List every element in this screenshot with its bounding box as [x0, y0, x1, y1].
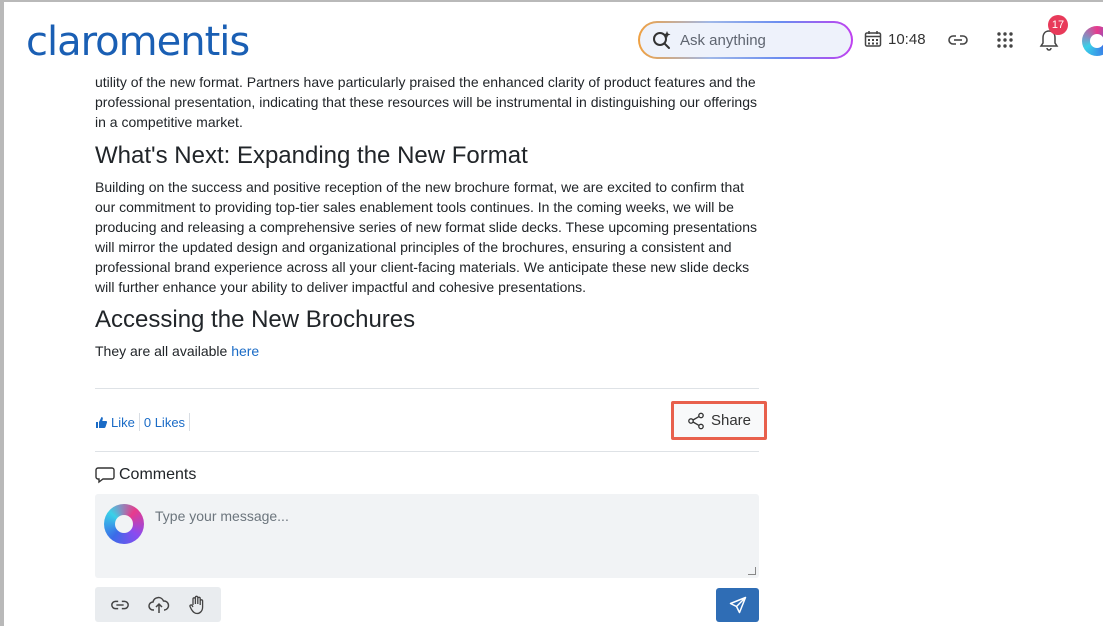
brochures-link[interactable]: here: [231, 343, 259, 359]
send-button[interactable]: [716, 588, 759, 622]
comment-icon: [95, 467, 115, 484]
raise-hand-icon[interactable]: [188, 595, 206, 615]
search-input[interactable]: [680, 31, 840, 49]
available-text: They are all available: [95, 343, 228, 359]
likes-separator: [189, 413, 191, 431]
share-button[interactable]: Share: [671, 401, 767, 440]
comment-input[interactable]: [155, 508, 745, 568]
divider-top: [95, 388, 759, 389]
upload-cloud-icon[interactable]: [148, 595, 170, 615]
comment-composer: [95, 494, 759, 578]
clock-time: 10:48: [888, 30, 926, 48]
brand-logo[interactable]: claromentis: [26, 20, 250, 64]
like-separator: [138, 413, 140, 431]
resize-grip[interactable]: [748, 567, 756, 575]
ai-search-icon: [653, 31, 671, 49]
thumbs-up-icon[interactable]: [95, 416, 108, 429]
notification-badge: 17: [1048, 15, 1068, 35]
like-bar: Like 0 Likes: [95, 413, 194, 431]
intro-paragraph: utility of the new format. Partners have…: [95, 74, 758, 130]
share-icon: [688, 412, 704, 429]
calendar-icon: [864, 31, 882, 47]
divider-bottom: [95, 451, 759, 452]
like-button[interactable]: Like: [111, 415, 135, 430]
section-heading-accessing: Accessing the New Brochures: [95, 306, 416, 333]
section-heading-whats-next: What's Next: Expanding the New Format: [95, 142, 528, 169]
comments-title: Comments: [119, 466, 197, 483]
ask-anything-search[interactable]: [638, 21, 853, 59]
commenter-avatar: [104, 504, 144, 544]
share-label: Share: [710, 412, 752, 429]
section-paragraph-whats-next: Building on the success and positive rec…: [95, 179, 757, 295]
link-icon[interactable]: [947, 29, 969, 51]
comment-toolbar: [95, 587, 221, 622]
comments-header: Comments: [95, 466, 196, 484]
send-icon: [729, 596, 746, 614]
apps-grid-icon[interactable]: [994, 29, 1016, 51]
section-paragraph-accessing: They are all available here: [95, 341, 765, 361]
clock[interactable]: 10:48: [864, 30, 926, 48]
likes-count[interactable]: 0 Likes: [144, 415, 185, 430]
link-icon[interactable]: [110, 595, 130, 615]
article-body: utility of the new format. Partners have…: [95, 72, 765, 361]
